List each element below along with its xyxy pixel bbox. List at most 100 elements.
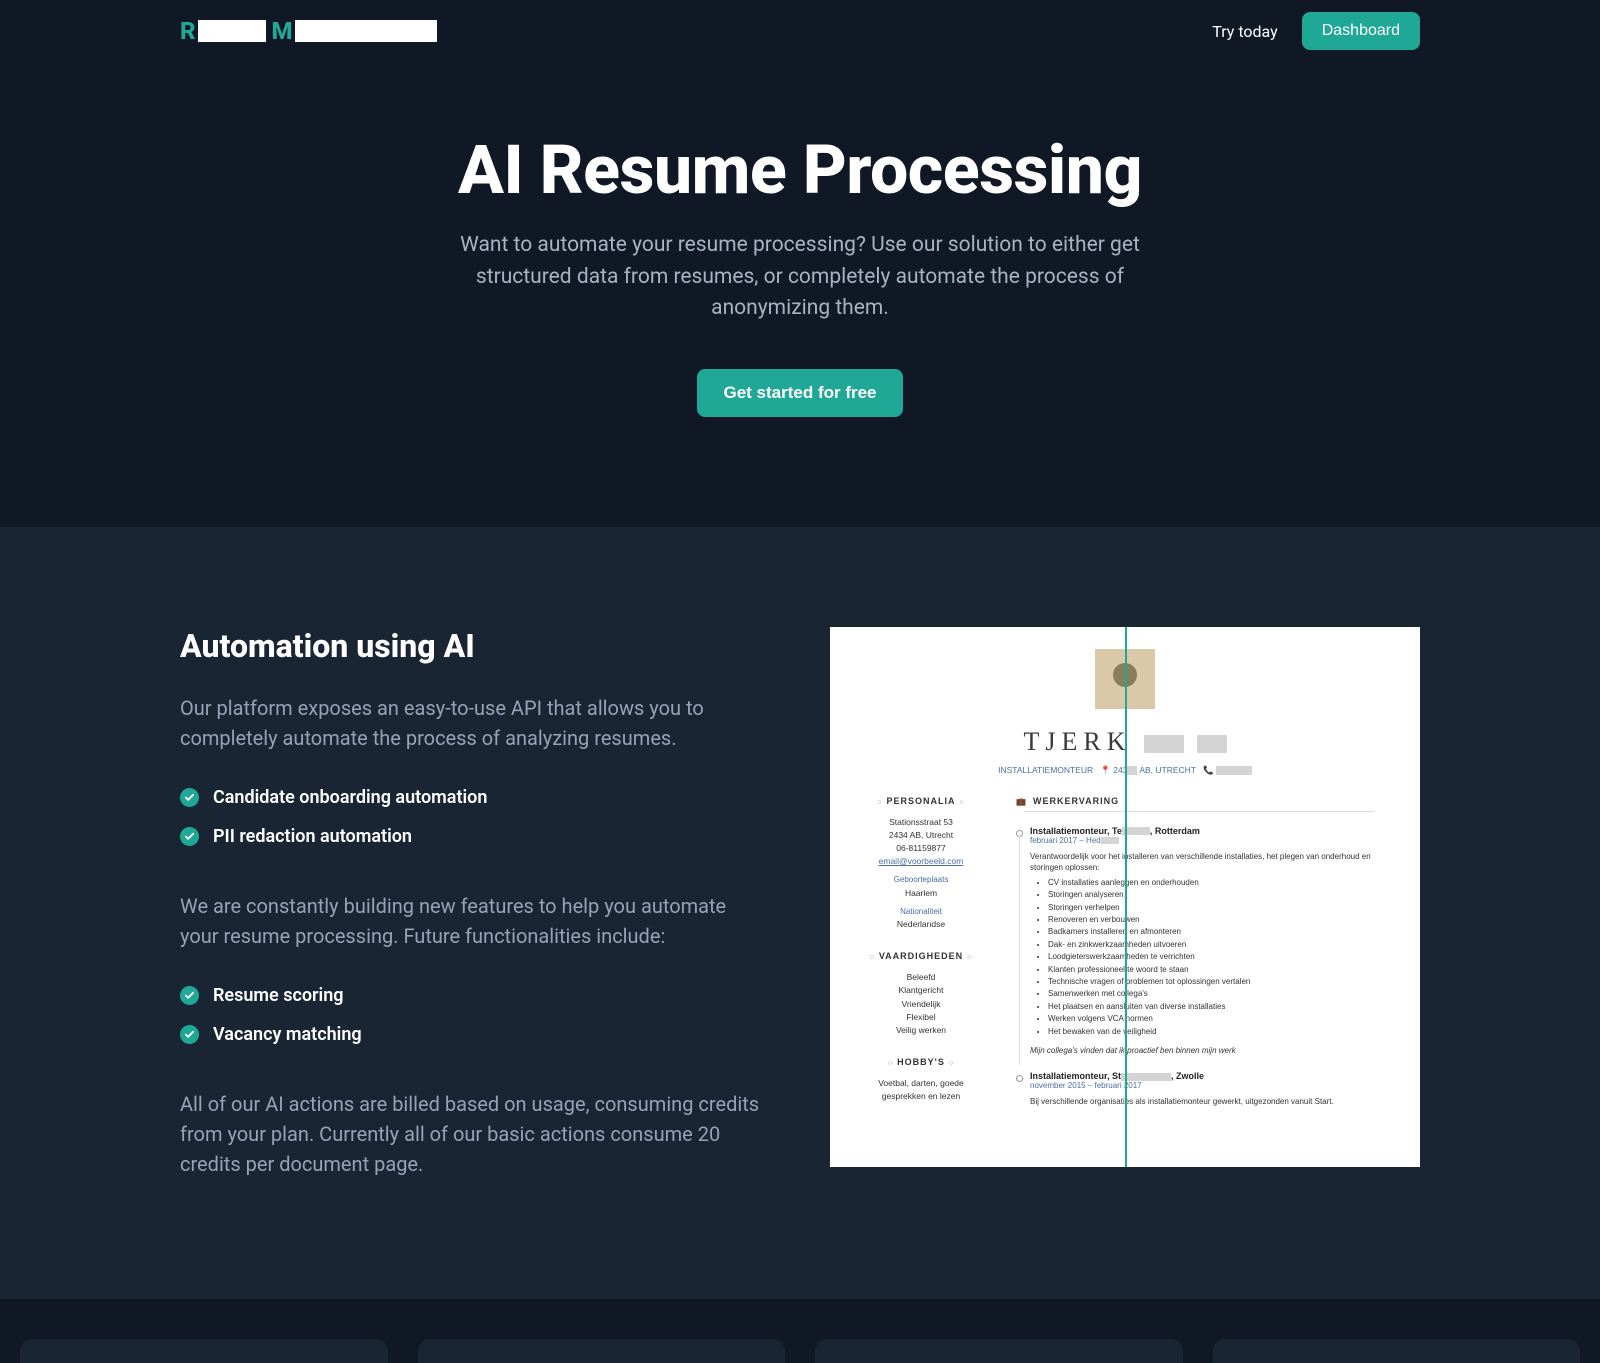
current-features-list: Candidate onboarding automation PII reda…: [180, 787, 760, 847]
birthplace-label: Geboorteplaats: [856, 874, 986, 886]
check-icon: [180, 827, 199, 846]
logo[interactable]: R M: [180, 17, 437, 45]
bullet-item: Het bewaken van de veiligheid: [1048, 1026, 1394, 1038]
job-title-suffix: , Zwolle: [1171, 1071, 1204, 1081]
logo-redacted-block: [198, 20, 266, 42]
hobbies-heading: HOBBY'S: [856, 1057, 986, 1067]
redacted-block: [1127, 766, 1137, 775]
automation-heading: Automation using AI: [180, 627, 760, 665]
hobbies-content: Voetbal, darten, goede gesprekken en lez…: [856, 1077, 986, 1103]
automation-text-column: Automation using AI Our platform exposes…: [180, 627, 760, 1179]
card-stub: [418, 1339, 786, 1363]
nationality-value: Nederlandse: [856, 918, 986, 931]
check-icon: [180, 788, 199, 807]
job-title-prefix: Installatiemonteur, St: [1030, 1071, 1121, 1081]
dashboard-button[interactable]: Dashboard: [1302, 12, 1420, 50]
hero-title: AI Resume Processing: [0, 130, 1600, 210]
redacted-block: [1197, 735, 1227, 753]
anonymize-divider: [1125, 627, 1127, 1167]
resume-main: 💼 WERKERVARING Installatiemonteur, Te , Ro…: [1016, 796, 1394, 1124]
resume-preview-image: TJERK INSTALLATIEMONTEUR 📍 243 AB, UTREC…: [830, 627, 1420, 1167]
personalia-heading: PERSONALIA: [856, 796, 986, 806]
bullet-item: Klanten professioneel te woord te staan: [1048, 964, 1394, 976]
job-desc: Verantwoordelijk voor het installeren va…: [1030, 851, 1394, 873]
redacted-block: [1216, 766, 1252, 775]
resume-email: email@voorbeeld.com: [879, 856, 964, 866]
skill-item: Vriendelijk: [856, 998, 986, 1011]
job-title: Installatiemonteur, St , Zwolle: [1030, 1071, 1394, 1081]
top-nav: R M Try today Dashboard: [0, 0, 1600, 62]
nav-actions: Try today Dashboard: [1212, 12, 1420, 50]
job-quote: Mijn collega's vinden dat ik proactief b…: [1030, 1046, 1394, 1055]
feature-item: Resume scoring: [180, 985, 760, 1006]
card-stub: [815, 1339, 1183, 1363]
job-entry: Installatiemonteur, St , Zwolle november …: [1016, 1071, 1394, 1107]
job-date: februari 2017 – Hed: [1030, 836, 1394, 845]
redacted-block: [1101, 837, 1119, 844]
feature-item: PII redaction automation: [180, 826, 760, 847]
skill-item: Veilig werken: [856, 1024, 986, 1037]
skill-item: Klantgericht: [856, 984, 986, 997]
resume-first-name: TJERK: [1024, 727, 1132, 756]
bullet-item: Badkamers installeren en afmonteren: [1048, 926, 1394, 938]
experience-heading: 💼 WERKERVARING: [1016, 796, 1394, 816]
job-title-prefix: Installatiemonteur, Te: [1030, 826, 1122, 836]
automation-para2: We are constantly building new features …: [180, 891, 760, 951]
skills-content: Beleefd Klantgericht Vriendelijk Flexibe…: [856, 971, 986, 1037]
redacted-block: [1121, 1073, 1171, 1081]
bullet-item: CV installaties aanleggen en onderhouden: [1048, 877, 1394, 889]
feature-label: Candidate onboarding automation: [213, 787, 487, 808]
bullet-item: Samenwerken met collega's: [1048, 988, 1394, 1000]
bullet-item: Renoveren en verbouwen: [1048, 914, 1394, 926]
skill-item: Beleefd: [856, 971, 986, 984]
try-today-link[interactable]: Try today: [1212, 22, 1277, 41]
resume-phone: 06-81159877: [856, 842, 986, 855]
feature-item: Candidate onboarding automation: [180, 787, 760, 808]
bullet-item: Storingen analyseren: [1048, 889, 1394, 901]
job-title-suffix: , Rotterdam: [1150, 826, 1200, 836]
job-date-prefix: februari 2017 – Hed: [1030, 836, 1101, 845]
feature-label: PII redaction automation: [213, 826, 412, 847]
resume-sidebar: PERSONALIA Stationsstraat 53 2434 AB, Ut…: [856, 796, 986, 1124]
bullet-item: Dak- en zinkwerkzaamheden uitvoeren: [1048, 939, 1394, 951]
bullet-item: Technische vragen of problemen tot oplos…: [1048, 976, 1394, 988]
automation-section: Automation using AI Our platform exposes…: [0, 527, 1600, 1299]
skill-item: Flexibel: [856, 1011, 986, 1024]
card-stub: [20, 1339, 388, 1363]
resume-city: AB, UTRECHT: [1139, 765, 1196, 775]
experience-label: WERKERVARING: [1033, 796, 1119, 806]
job-date: november 2015 – februari 2017: [1030, 1081, 1394, 1090]
job-bullets: CV installaties aanleggen en onderhouden…: [1048, 877, 1394, 1038]
birthplace-value: Haarlem: [856, 887, 986, 900]
bullet-item: Storingen verhelpen: [1048, 902, 1394, 914]
future-features-list: Resume scoring Vacancy matching: [180, 985, 760, 1045]
resume-street: Stationsstraat 53: [856, 816, 986, 829]
resume-postal: 2434 AB, Utrecht: [856, 829, 986, 842]
job-title: Installatiemonteur, Te , Rotterdam: [1030, 826, 1394, 836]
skills-heading: VAARDIGHEDEN: [856, 951, 986, 961]
check-icon: [180, 986, 199, 1005]
personalia-content: Stationsstraat 53 2434 AB, Utrecht 06-81…: [856, 816, 986, 932]
hero-section: AI Resume Processing Want to automate yo…: [0, 62, 1600, 527]
get-started-button[interactable]: Get started for free: [697, 369, 902, 417]
logo-letter-m: M: [272, 17, 293, 45]
bullet-item: Het plaatsen en aansluiten van diverse i…: [1048, 1001, 1394, 1013]
feature-label: Resume scoring: [213, 985, 344, 1006]
automation-para1: Our platform exposes an easy-to-use API …: [180, 693, 760, 753]
resume-role: INSTALLATIEMONTEUR: [998, 765, 1093, 775]
check-icon: [180, 1025, 199, 1044]
logo-redacted-block: [295, 20, 437, 42]
logo-letter-r: R: [180, 17, 196, 45]
bullet-item: Loodgieterswerkzaamheden te verrichten: [1048, 951, 1394, 963]
hero-subtitle: Want to automate your resume processing?…: [440, 230, 1160, 325]
nationality-label: Nationaliteit: [856, 906, 986, 918]
feature-item: Vacancy matching: [180, 1024, 760, 1045]
card-stub: [1213, 1339, 1581, 1363]
resume-preview-column: TJERK INSTALLATIEMONTEUR 📍 243 AB, UTREC…: [830, 627, 1420, 1167]
bullet-item: Werken volgens VCA normen: [1048, 1013, 1394, 1025]
briefcase-icon: 💼: [1016, 797, 1027, 806]
bottom-cards-row: [0, 1299, 1600, 1363]
redacted-block: [1144, 735, 1184, 753]
job-entry: Installatiemonteur, Te , Rotterdam februa…: [1016, 826, 1394, 1055]
feature-label: Vacancy matching: [213, 1024, 362, 1045]
